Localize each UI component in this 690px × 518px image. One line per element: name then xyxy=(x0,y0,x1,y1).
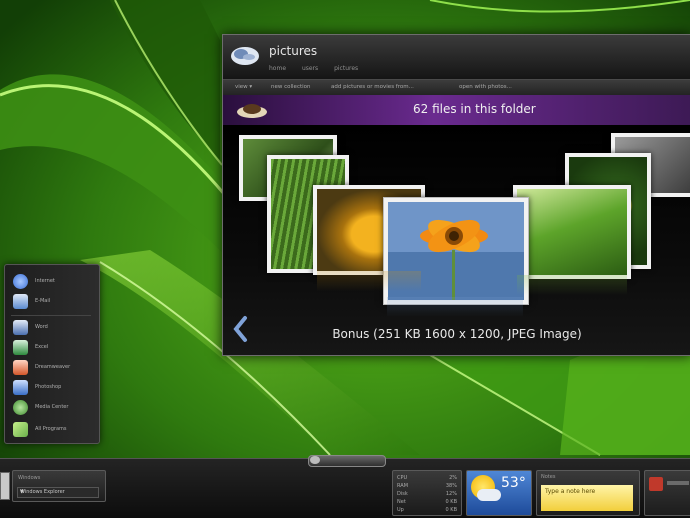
mail-icon xyxy=(13,294,28,309)
photo-explorer-window: pictures home users pictures view ▾ new … xyxy=(222,34,690,356)
stat-row: Disk 12% xyxy=(397,491,457,499)
stat-value: 12% xyxy=(445,491,457,497)
start-menu-item-email[interactable]: E-Mail xyxy=(13,293,97,311)
chevron-down-icon: ▼ xyxy=(20,489,24,495)
toolbar-add-pictures-button[interactable]: add pictures or movies from... xyxy=(331,84,414,90)
stat-label: Net xyxy=(397,499,406,505)
gallery-photo[interactable] xyxy=(513,185,631,279)
weather-temperature: 53° xyxy=(501,475,526,491)
start-menu-item-word[interactable]: Word xyxy=(13,319,97,337)
menu-divider xyxy=(11,315,91,316)
stat-value: 38% xyxy=(445,483,457,489)
photo-gallery: Bonus (251 KB 1600 x 1200, JPEG Image) xyxy=(223,125,690,355)
weather-gadget[interactable]: 53° xyxy=(466,470,532,516)
task-dropdown[interactable]: Windows Explorer ▼ xyxy=(17,487,99,498)
start-menu-item-label: Word xyxy=(35,324,48,330)
media-icon xyxy=(13,400,28,415)
stat-row: CPU 2% xyxy=(397,475,457,483)
gadget-bar xyxy=(667,481,689,485)
app-gadget[interactable] xyxy=(644,470,690,516)
system-stats-gadget[interactable]: CPU 2% RAM 38% Disk 12% Net 0 KB Up 0 KB xyxy=(392,470,462,516)
photo-caption: Bonus (251 KB 1600 x 1200, JPEG Image) xyxy=(332,327,582,341)
start-menu-item-label: All Programs xyxy=(35,426,67,432)
stat-label: Disk xyxy=(397,491,408,497)
task-title: Windows xyxy=(18,475,41,481)
start-orb-icon[interactable] xyxy=(310,456,320,464)
start-menu-item-label: Photoshop xyxy=(35,384,62,390)
start-menu-item-label: Internet xyxy=(35,278,55,284)
start-menu-item-label: Excel xyxy=(35,344,49,350)
cloud-icon xyxy=(477,489,501,501)
paint-icon xyxy=(13,360,28,375)
folder-info-bar: 62 files in this folder xyxy=(223,95,690,125)
stat-value: 0 KB xyxy=(445,507,457,513)
stat-value: 0 KB xyxy=(445,499,457,505)
desktop: pictures home users pictures view ▾ new … xyxy=(0,0,690,518)
start-menu-item-all-programs[interactable]: All Programs xyxy=(13,421,97,439)
toolbar-view-button[interactable]: view ▾ xyxy=(235,84,252,90)
stat-label: RAM xyxy=(397,483,409,489)
people-icon xyxy=(13,380,28,395)
window-titlebar[interactable]: pictures home users pictures xyxy=(223,35,690,79)
globe-icon xyxy=(13,274,28,289)
stat-row: Net 0 KB xyxy=(397,499,457,507)
document-icon xyxy=(13,320,28,335)
start-menu-item-internet[interactable]: Internet xyxy=(13,273,97,291)
toolbar-open-with-button[interactable]: open with photos... xyxy=(459,84,512,90)
breadcrumb-item[interactable]: users xyxy=(302,65,318,72)
start-menu-item-dreamweaver[interactable]: Dreamweaver xyxy=(13,359,97,377)
stat-label: CPU xyxy=(397,475,408,481)
pictures-folder-icon xyxy=(231,47,259,65)
notes-header: Notes xyxy=(541,474,556,480)
photo-reflection xyxy=(517,275,627,295)
taskbar-left-edge[interactable] xyxy=(0,472,10,500)
start-menu: Internet E-Mail Word Excel Dreamweaver P… xyxy=(4,264,100,444)
window-title: pictures xyxy=(269,44,318,58)
app-icon xyxy=(649,477,663,491)
start-menu-item-label: E-Mail xyxy=(35,298,51,304)
start-menu-item-label: Media Center xyxy=(35,404,69,410)
folder-file-count: 62 files in this folder xyxy=(413,102,536,116)
stat-label: Up xyxy=(397,507,404,513)
folder-thumbnail-icon xyxy=(237,104,267,118)
stat-value: 2% xyxy=(449,475,457,481)
breadcrumb: home users pictures xyxy=(269,65,372,72)
start-menu-item-media-center[interactable]: Media Center xyxy=(13,399,97,417)
start-menu-item-excel[interactable]: Excel xyxy=(13,339,97,357)
taskbar-task-button[interactable]: Windows Windows Explorer ▼ xyxy=(12,470,106,502)
breadcrumb-item[interactable]: pictures xyxy=(334,65,358,72)
photo-reflection xyxy=(387,297,523,317)
start-menu-item-label: Dreamweaver xyxy=(35,364,71,370)
note-text: Type a note here xyxy=(545,488,596,495)
toolbar-new-collection-button[interactable]: new collection xyxy=(271,84,311,90)
stat-row: RAM 38% xyxy=(397,483,457,491)
arrow-icon xyxy=(13,422,28,437)
note-paper[interactable]: Type a note here xyxy=(541,485,633,511)
notes-gadget[interactable]: Notes Type a note here xyxy=(536,470,640,516)
photo-reflection xyxy=(317,271,421,291)
breadcrumb-item[interactable]: home xyxy=(269,65,286,72)
spreadsheet-icon xyxy=(13,340,28,355)
start-menu-item-photoshop[interactable]: Photoshop xyxy=(13,379,97,397)
stat-row: Up 0 KB xyxy=(397,507,457,515)
